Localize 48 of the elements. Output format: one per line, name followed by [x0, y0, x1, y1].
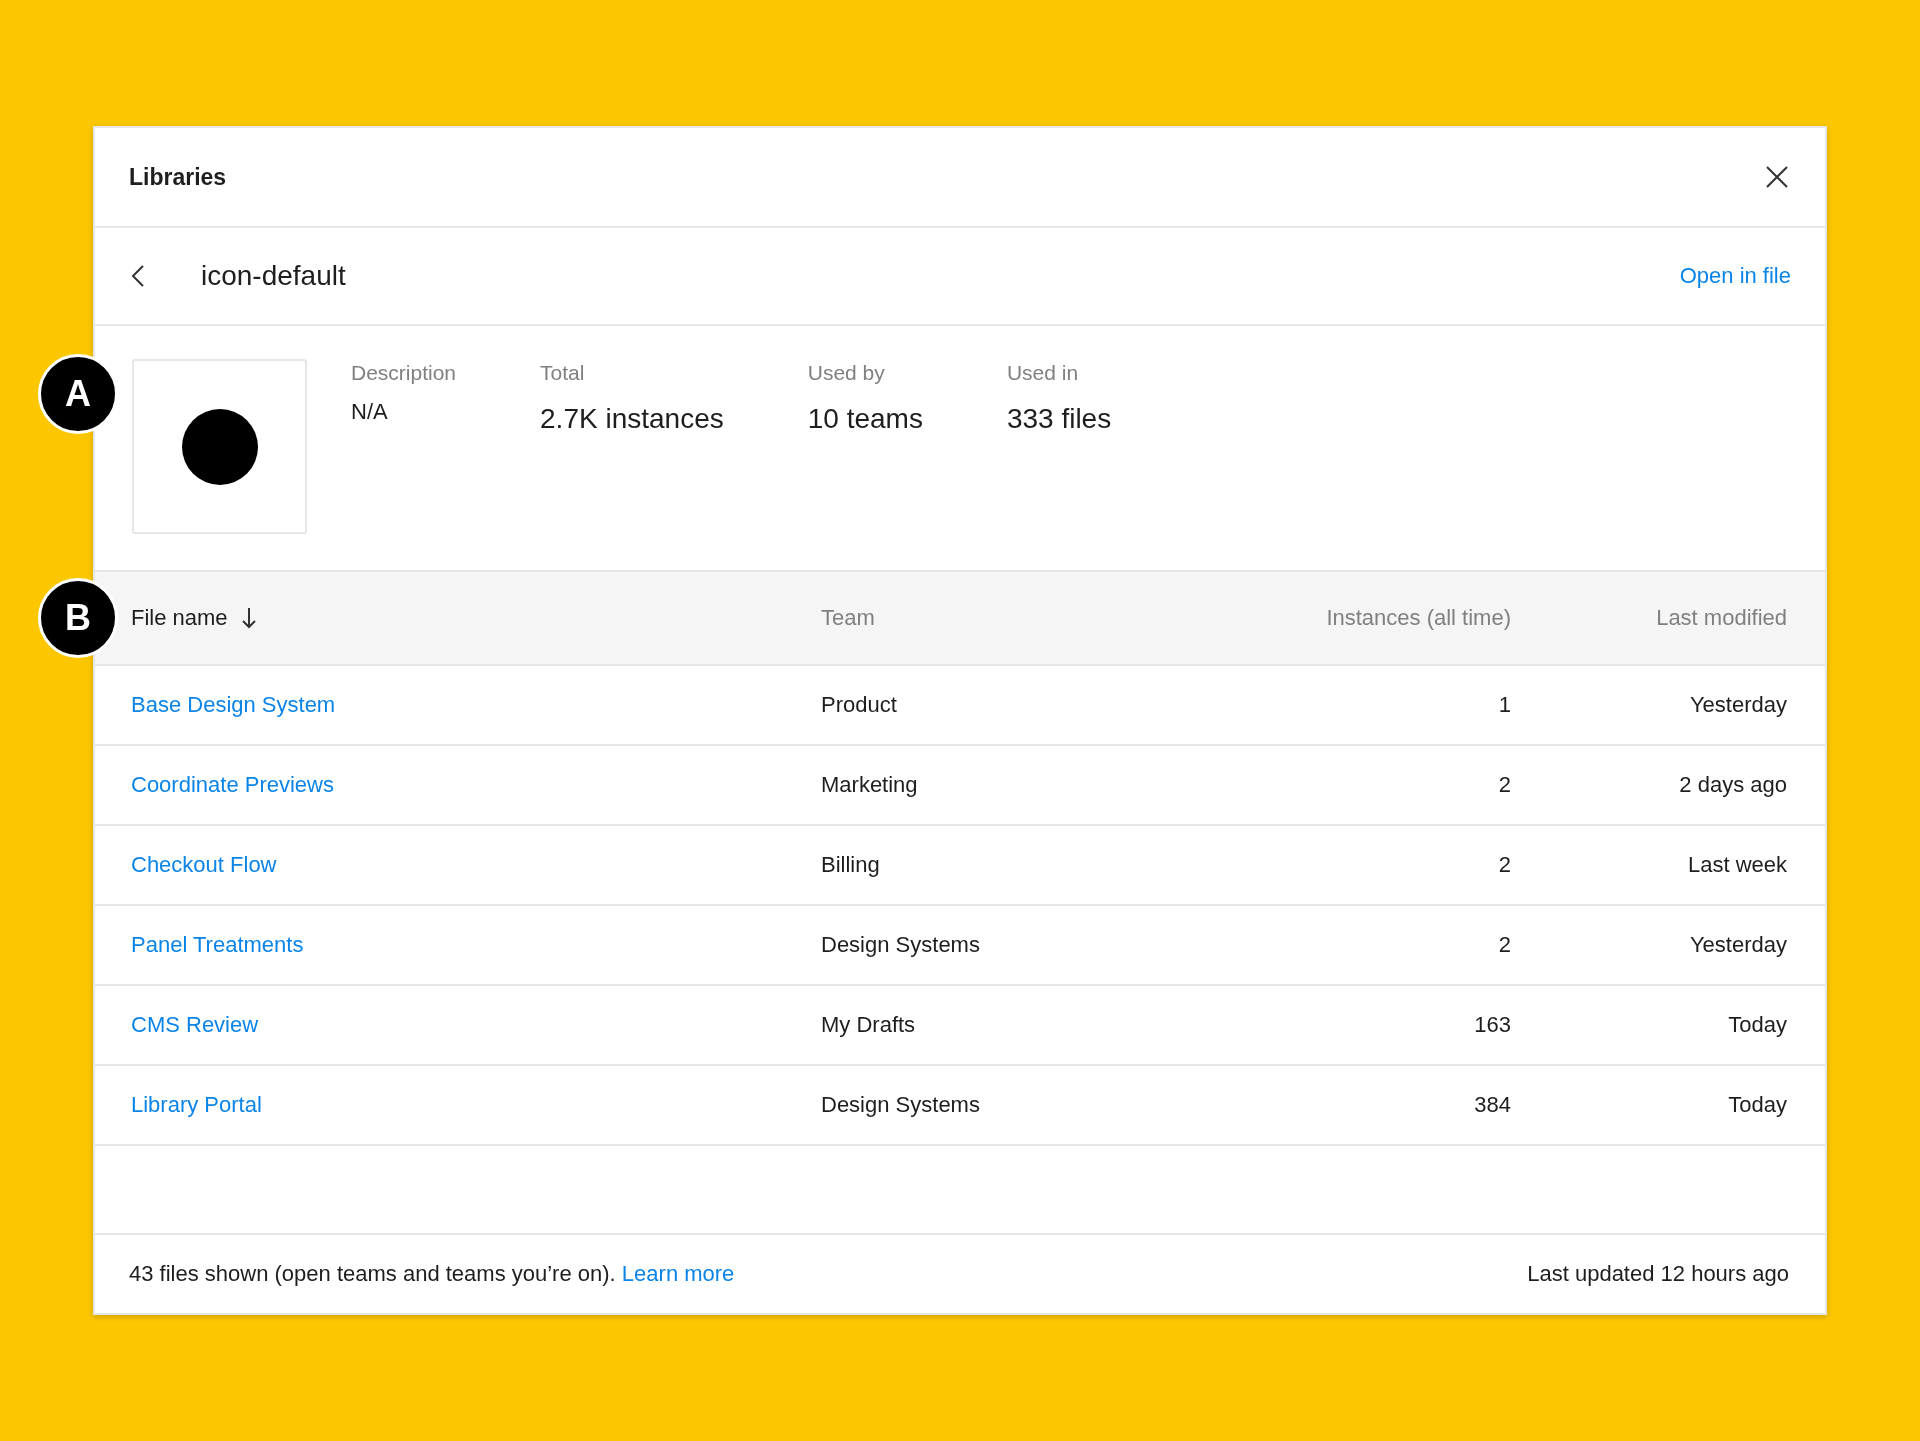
file-link[interactable]: CMS Review — [131, 1012, 259, 1037]
table-cell: Marketing — [821, 772, 918, 797]
table-cell: Design Systems — [821, 932, 980, 957]
dialog-title: Libraries — [129, 163, 227, 191]
table-cell: Today — [1728, 1012, 1787, 1037]
table-cell: 163 — [1474, 1012, 1511, 1037]
file-link[interactable]: Library Portal — [131, 1092, 262, 1117]
table-cell: 2 days ago — [1679, 772, 1787, 797]
table-cell: 2 — [1498, 852, 1511, 877]
file-link[interactable]: Panel Treatments — [131, 932, 304, 957]
circle-icon — [181, 408, 258, 485]
back-icon[interactable] — [131, 264, 145, 288]
table-cell: 2 — [1498, 772, 1511, 797]
column-header[interactable]: Last modified — [1656, 605, 1787, 631]
table-cell: 2 — [1498, 932, 1511, 957]
stat-value: 333 files — [1006, 403, 1112, 435]
table-cell: Last week — [1687, 852, 1787, 877]
footer-note: 43 files shown (open teams and teams you’re on). Learn more — [129, 1261, 735, 1287]
close-icon[interactable] — [1765, 165, 1789, 189]
stat-label: Total — [540, 361, 586, 385]
callout-badge: A — [38, 354, 118, 434]
file-link[interactable]: Coordinate Previews — [131, 772, 334, 797]
table-cell: 1 — [1498, 692, 1511, 717]
table-cell: My Drafts — [821, 1012, 916, 1037]
table-cell: Product — [821, 692, 897, 717]
learn-more-link[interactable]: Learn more — [621, 1261, 735, 1286]
stat-value: 10 teams — [807, 403, 923, 435]
callout-badge: B — [38, 578, 118, 658]
stat-label: Used in — [1006, 361, 1080, 385]
table-cell: Billing — [821, 852, 880, 877]
stat-value: 2.7K instances — [540, 403, 724, 435]
last-updated: Last updated 12 hours ago — [1527, 1261, 1789, 1287]
stat-label: Description — [351, 361, 457, 385]
table-cell: Design Systems — [821, 1092, 980, 1117]
table-cell: 384 — [1474, 1092, 1511, 1117]
file-link[interactable]: Base Design System — [131, 692, 336, 717]
component-name: icon-default — [201, 260, 347, 292]
table-cell: Yesterday — [1689, 692, 1787, 717]
stat-label: Used by — [807, 361, 886, 385]
table-cell: Yesterday — [1689, 932, 1787, 957]
column-header[interactable]: Team — [821, 605, 875, 631]
sort-arrow-icon[interactable] — [241, 607, 256, 629]
column-header[interactable]: File name — [131, 605, 228, 631]
description-value: N/A — [351, 399, 389, 425]
open-in-file-link[interactable]: Open in file — [1679, 263, 1791, 289]
column-header[interactable]: Instances (all time) — [1326, 605, 1511, 631]
file-link[interactable]: Checkout Flow — [131, 852, 277, 877]
table-cell: Today — [1728, 1092, 1787, 1117]
